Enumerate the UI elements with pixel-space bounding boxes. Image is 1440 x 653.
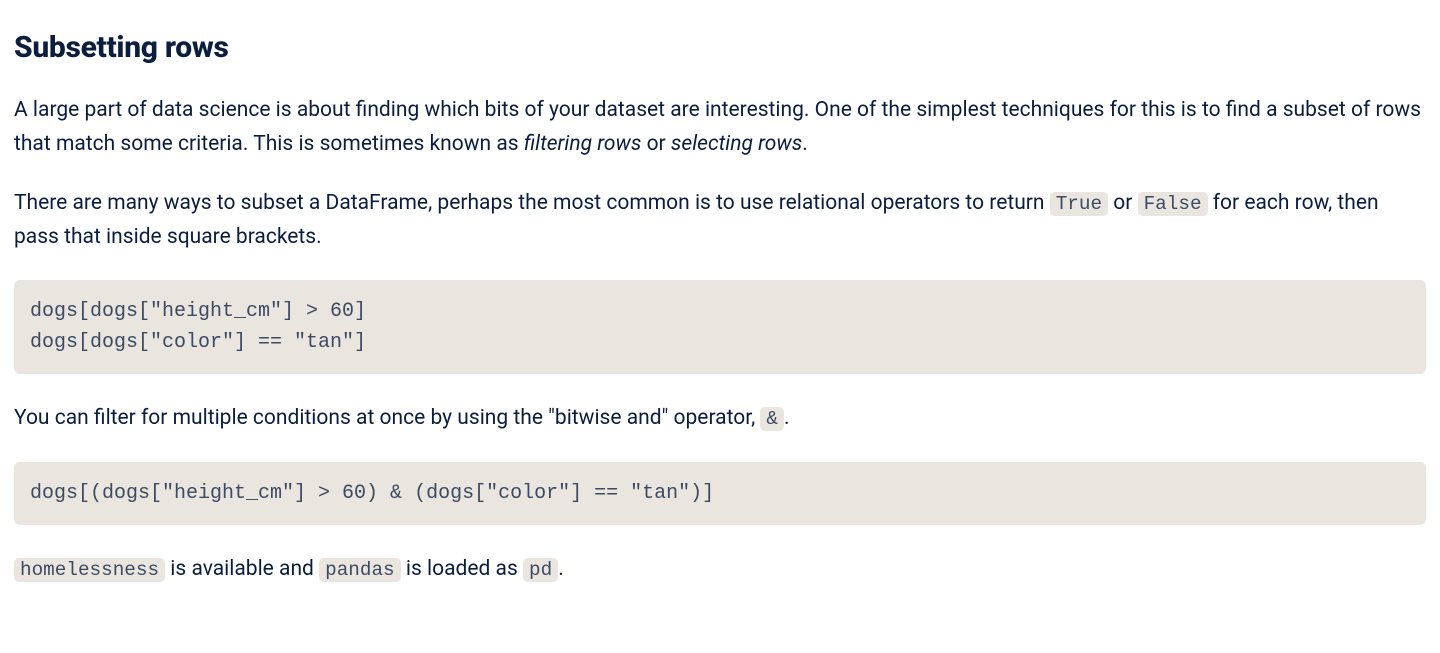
paragraph-context: homelessness is available and pandas is … bbox=[14, 553, 1426, 587]
inline-code-true: True bbox=[1050, 192, 1108, 216]
inline-code-pandas: pandas bbox=[319, 558, 401, 582]
text: is available and bbox=[165, 557, 319, 581]
code-block-multiple-conditions: dogs[(dogs["height_cm"] > 60) & (dogs["c… bbox=[14, 462, 1426, 525]
emphasis-filtering: filtering rows bbox=[524, 132, 642, 156]
text: or bbox=[1108, 191, 1138, 215]
code-block-single-condition: dogs[dogs["height_cm"] > 60] dogs[dogs["… bbox=[14, 280, 1426, 374]
paragraph-intro: A large part of data science is about fi… bbox=[14, 94, 1426, 161]
paragraph-multiple-conditions: You can filter for multiple conditions a… bbox=[14, 402, 1426, 436]
text: You can filter for multiple conditions a… bbox=[14, 406, 760, 430]
paragraph-methods: There are many ways to subset a DataFram… bbox=[14, 187, 1426, 254]
text: There are many ways to subset a DataFram… bbox=[14, 191, 1050, 215]
text: is loaded as bbox=[401, 557, 523, 581]
text: . bbox=[802, 132, 808, 156]
section-heading: Subsetting rows bbox=[14, 24, 1426, 72]
inline-code-pd: pd bbox=[523, 558, 558, 582]
text: . bbox=[784, 406, 790, 430]
inline-code-false: False bbox=[1138, 192, 1208, 216]
inline-code-ampersand: & bbox=[760, 407, 784, 431]
inline-code-homelessness: homelessness bbox=[14, 558, 165, 582]
emphasis-selecting: selecting rows bbox=[671, 132, 802, 156]
text: or bbox=[641, 132, 671, 156]
text: . bbox=[558, 557, 564, 581]
